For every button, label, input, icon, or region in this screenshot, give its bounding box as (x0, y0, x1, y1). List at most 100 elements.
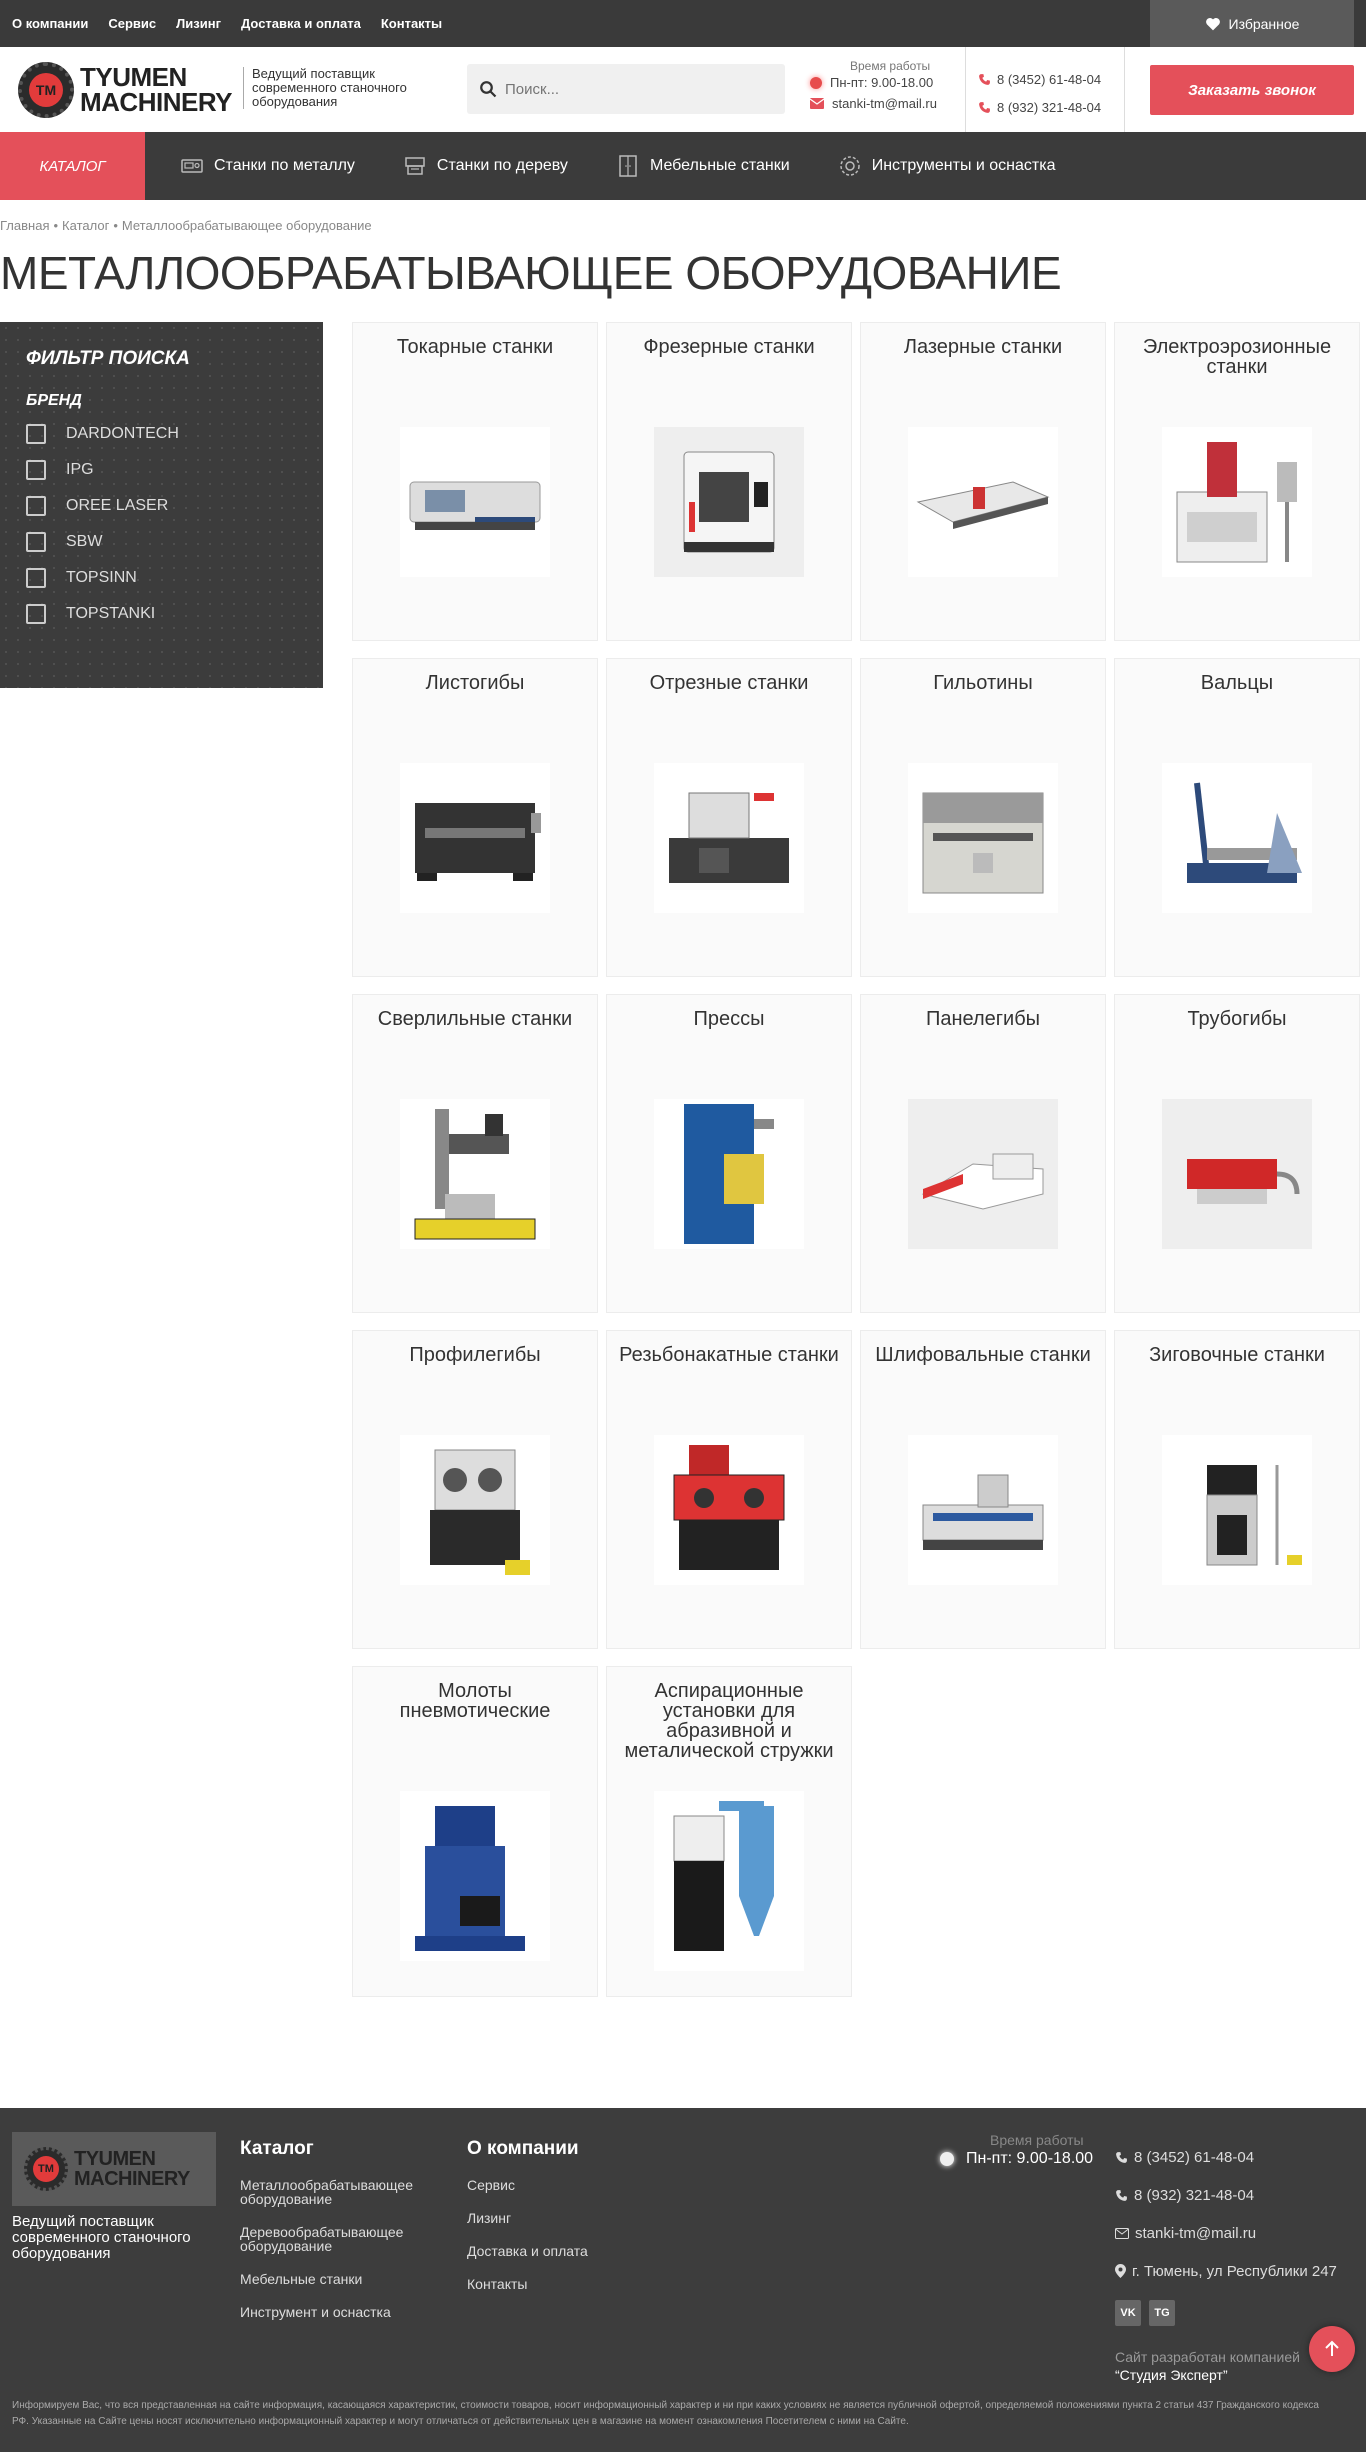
product-image (908, 1099, 1058, 1249)
footer-logo[interactable]: TM TYUMEN MACHINERY (12, 2132, 216, 2206)
header-phone-2[interactable]: 8 (932) 321-48-04 (997, 100, 1101, 115)
callback-button[interactable]: Заказать звонок (1150, 65, 1354, 115)
checkbox[interactable] (26, 460, 46, 480)
checkbox[interactable] (26, 604, 46, 624)
category-title: Лазерные станки (903, 336, 1063, 358)
header-phone-1[interactable]: 8 (3452) 61-48-04 (997, 72, 1101, 87)
brand-option[interactable]: TOPSINN (26, 560, 297, 596)
footer-company-link[interactable]: Сервис (467, 2178, 667, 2192)
category-card[interactable]: Сверлильные станки (352, 994, 598, 1313)
product-image (1162, 1435, 1312, 1585)
search-icon (480, 81, 497, 98)
topnav-link-service[interactable]: Сервис (108, 16, 156, 31)
scroll-to-top-button[interactable] (1309, 2326, 1355, 2372)
footer-company-link[interactable]: Лизинг (467, 2211, 667, 2225)
worktime-value: Пн-пт: 9.00-18.00 (830, 75, 934, 90)
phone-icon (1116, 2151, 1127, 2163)
grinding-machine-icon (922, 1474, 1044, 1550)
breadcrumb-home[interactable]: Главная (0, 218, 49, 233)
phone-icon (979, 73, 990, 85)
worktime-label: Время работы (850, 59, 931, 73)
logo-line2: MACHINERY (80, 87, 232, 117)
category-card[interactable]: Фрезерные станки (606, 322, 852, 641)
brand-option[interactable]: DARDONTECH (26, 416, 297, 452)
heart-icon (1205, 17, 1220, 30)
footer-disclaimer: Информируем Вас, что вся представленная … (12, 2400, 1319, 2427)
breadcrumb: Главная • Каталог • Металлообрабатывающее … (0, 218, 372, 233)
checkbox[interactable] (26, 496, 46, 516)
logo[interactable]: TM TYUMEN MACHINERY (18, 61, 238, 119)
footer-phone-2[interactable]: 8 (932) 321-48-04 (1134, 2187, 1254, 2204)
footer-catalog-link[interactable]: Мебельные станки (240, 2272, 440, 2286)
product-image (654, 1791, 804, 1971)
checkbox[interactable] (26, 568, 46, 588)
header: TM TYUMEN MACHINERY Ведущий поставщик со… (0, 47, 1366, 132)
thread-rolling-icon (673, 1445, 785, 1570)
breadcrumb-current: Металлообрабатывающее оборудование (121, 218, 372, 233)
filter-title: ФИЛЬТР ПОИСКА (26, 348, 190, 369)
checkbox[interactable] (26, 424, 46, 444)
footer-email-link[interactable]: stanki-tm@mail.ru (1135, 2225, 1256, 2242)
footer-phone-1[interactable]: 8 (3452) 61-48-04 (1134, 2149, 1254, 2166)
pipe-bender-icon (1187, 1159, 1300, 1204)
footer-company-link[interactable]: Доставка и оплата (467, 2244, 667, 2258)
edm-machine-icon (1176, 442, 1297, 563)
category-card[interactable]: Листогибы (352, 658, 598, 977)
vk-icon[interactable]: VK (1115, 2300, 1141, 2326)
nav-item-furniture[interactable]: Мебельные станки (616, 154, 790, 178)
catalog-button[interactable]: КАТАЛОГ (0, 132, 145, 200)
favorites-button[interactable]: Избранное (1150, 0, 1354, 47)
header-email-link[interactable]: stanki-tm@mail.ru (832, 96, 937, 111)
category-card[interactable]: Трубогибы (1114, 994, 1360, 1313)
category-title: Прессы (693, 1008, 765, 1030)
brand-option[interactable]: IPG (26, 452, 297, 488)
nav-item-metal[interactable]: Станки по металлу (180, 154, 355, 178)
product-image (908, 763, 1058, 913)
brand-option[interactable]: TOPSTANKI (26, 596, 297, 632)
topnav-link-about[interactable]: О компании (12, 16, 88, 31)
footer-catalog-link[interactable]: Деревообрабатывающее оборудование (240, 2225, 440, 2253)
nav-item-tools[interactable]: Инструменты и оснастка (838, 154, 1056, 178)
product-image (1162, 427, 1312, 577)
topnav-link-delivery[interactable]: Доставка и оплата (241, 16, 361, 31)
product-image (654, 427, 804, 577)
footer-catalog-link[interactable]: Инструмент и оснастка (240, 2305, 440, 2319)
category-card[interactable]: Резьбонакатные станки (606, 1330, 852, 1649)
breadcrumb-catalog[interactable]: Каталог (62, 218, 109, 233)
topnav-link-contacts[interactable]: Контакты (381, 16, 442, 31)
category-card[interactable]: Электроэрозионные станки (1114, 322, 1360, 641)
social-links: VK TG (1115, 2300, 1175, 2326)
footer-catalog-title: Каталог (240, 2138, 314, 2159)
category-card[interactable]: Отрезные станки (606, 658, 852, 977)
breadcrumb-separator: • (113, 218, 118, 233)
nav-item-wood[interactable]: Станки по дереву (403, 154, 568, 178)
brand-option[interactable]: OREE LASER (26, 488, 297, 524)
brand-option[interactable]: SBW (26, 524, 297, 560)
category-title: Молоты пневмотические (399, 1680, 551, 1722)
category-card[interactable]: Молоты пневмотические (352, 1666, 598, 1997)
category-card[interactable]: Вальцы (1114, 658, 1360, 977)
category-card[interactable]: Гильотины (860, 658, 1106, 977)
dust-collector-icon (673, 1801, 774, 1951)
category-card[interactable]: Зиговочные станки (1114, 1330, 1360, 1649)
category-card[interactable]: Профилегибы (352, 1330, 598, 1649)
category-card[interactable]: Панелегибы (860, 994, 1106, 1313)
category-card[interactable]: Шлифовальные станки (860, 1330, 1106, 1649)
category-card[interactable]: Токарные станки (352, 322, 598, 641)
telegram-icon[interactable]: TG (1149, 2300, 1175, 2326)
press-icon (684, 1104, 774, 1244)
logo-mark: TM (29, 73, 63, 107)
category-card[interactable]: Лазерные станки (860, 322, 1106, 641)
developer-credit: Сайт разработан компанией “Студия Экспер… (1115, 2348, 1300, 2384)
footer-company-link[interactable]: Контакты (467, 2277, 667, 2291)
header-phones: 8 (3452) 61-48-04 8 (932) 321-48-04 (965, 47, 1125, 132)
category-card[interactable]: Прессы (606, 994, 852, 1313)
developer-link[interactable]: “Студия Эксперт” (1115, 2367, 1228, 2383)
search-box[interactable] (467, 64, 785, 114)
search-input[interactable] (505, 80, 765, 98)
checkbox[interactable] (26, 532, 46, 552)
topnav-link-leasing[interactable]: Лизинг (176, 16, 221, 31)
category-card[interactable]: Аспирационные установки для абразивной и… (606, 1666, 852, 1997)
product-image (400, 1791, 550, 1961)
footer-catalog-link[interactable]: Металлообрабатывающее оборудование (240, 2178, 440, 2206)
